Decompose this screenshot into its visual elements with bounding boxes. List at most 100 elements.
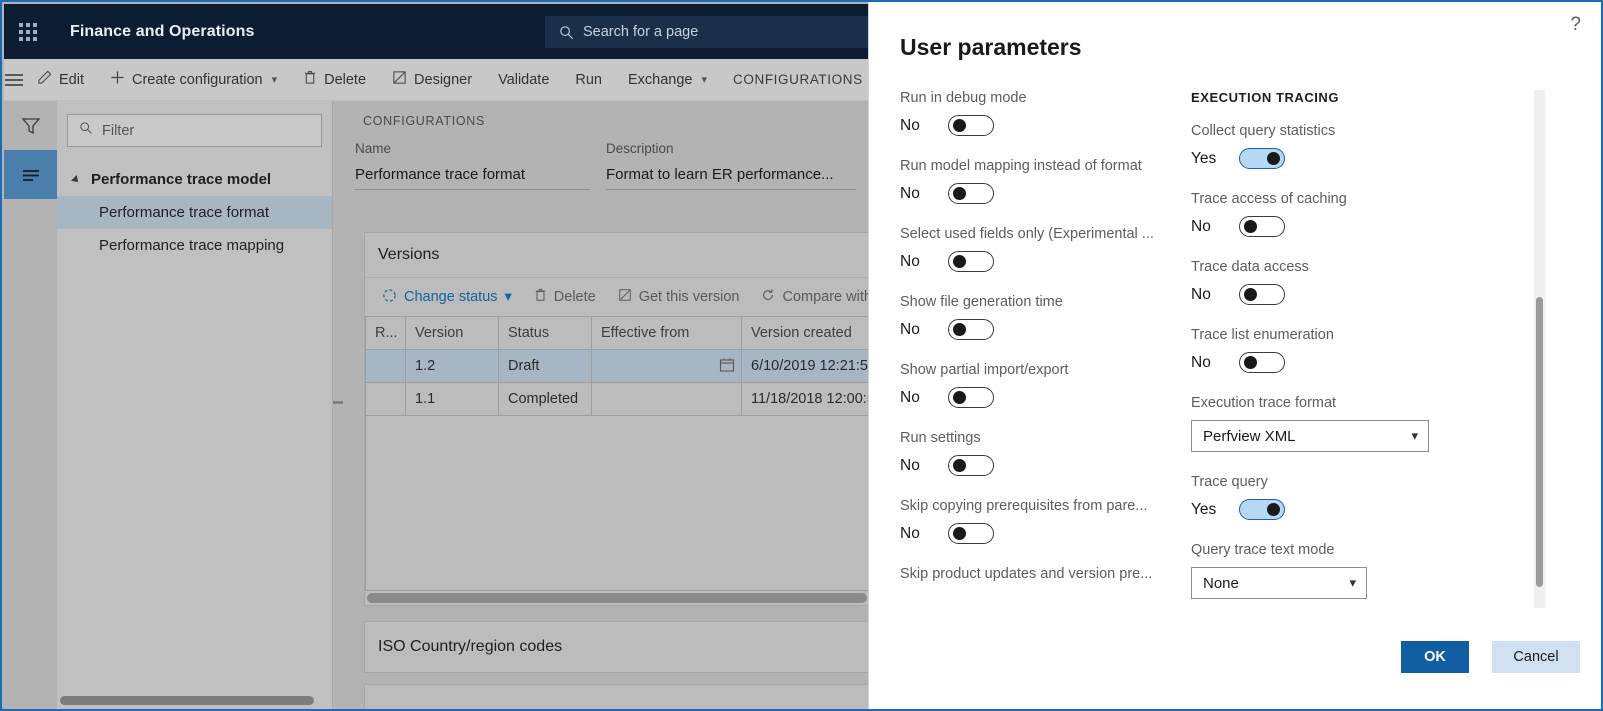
pencil-icon bbox=[37, 70, 52, 89]
application-window: Finance and Operations Search for a page… bbox=[0, 0, 1603, 711]
hamburger-icon[interactable] bbox=[4, 59, 24, 101]
cell-version: 1.2 bbox=[405, 349, 499, 383]
toggle-value: No bbox=[900, 184, 920, 202]
toggle-skip-copying-prerequisites[interactable] bbox=[948, 523, 994, 544]
field-label: Skip product updates and version pre... bbox=[900, 566, 1153, 582]
toggle-value: No bbox=[900, 252, 920, 270]
run-button[interactable]: Run bbox=[562, 59, 615, 101]
run-label: Run bbox=[575, 71, 602, 88]
command-bar: Edit Create configuration ▾ Delete Desig… bbox=[4, 59, 868, 101]
change-status-button[interactable]: Change status ▾ bbox=[371, 278, 523, 316]
grid-horizontal-scrollbar[interactable] bbox=[365, 591, 868, 605]
cell-status: Draft bbox=[498, 349, 592, 383]
scrollbar-thumb[interactable] bbox=[60, 696, 314, 705]
execution-tracing-caption: EXECUTION TRACING bbox=[1191, 90, 1340, 105]
description-field[interactable]: Description Format to learn ER performan… bbox=[606, 141, 856, 190]
delete-button[interactable]: Delete bbox=[290, 59, 379, 101]
dialog-right-column: EXECUTION TRACING Collect query statisti… bbox=[1191, 90, 1456, 621]
field-trace-query: Trace query Yes bbox=[1191, 474, 1456, 520]
compare-label: Compare with di bbox=[782, 289, 868, 305]
dialog-left-column: Run in debug mode No Run model mapping i… bbox=[900, 90, 1165, 604]
col-header-effective-from[interactable]: Effective from bbox=[591, 316, 742, 350]
toggle-value: No bbox=[1191, 353, 1211, 371]
app-launcher-icon[interactable] bbox=[4, 4, 52, 59]
help-icon[interactable]: ? bbox=[1570, 14, 1581, 36]
dialog-body: Run in debug mode No Run model mapping i… bbox=[869, 90, 1601, 608]
tree-node-performance-trace-format[interactable]: Performance trace format bbox=[57, 196, 332, 229]
exchange-button[interactable]: Exchange ▾ bbox=[615, 59, 720, 101]
name-field[interactable]: Name Performance trace format bbox=[355, 141, 590, 190]
plus-icon bbox=[110, 70, 125, 89]
toggle-trace-list-enumeration[interactable] bbox=[1239, 352, 1285, 373]
field-label: Show partial import/export bbox=[900, 362, 1069, 378]
toggle-value: No bbox=[900, 116, 920, 134]
list-pane-icon[interactable] bbox=[4, 150, 57, 199]
get-this-version-button[interactable]: Get this version bbox=[607, 278, 751, 316]
cancel-button[interactable]: Cancel bbox=[1492, 641, 1580, 673]
toggle-trace-access-of-caching[interactable] bbox=[1239, 216, 1285, 237]
cell-effective-from[interactable] bbox=[591, 349, 742, 383]
table-row[interactable]: 1.2 Draft 6/10/2019 12:21:55 bbox=[365, 349, 868, 383]
cell-version-created: 11/18/2018 12:00:5 bbox=[741, 382, 868, 416]
grid-delete-button[interactable]: Delete bbox=[523, 278, 607, 316]
toggle-select-used-fields-only[interactable] bbox=[948, 251, 994, 272]
tree-node-performance-trace-mapping[interactable]: Performance trace mapping bbox=[57, 229, 332, 262]
toggle-show-partial-import-export[interactable] bbox=[948, 387, 994, 408]
iso-card-title: ISO Country/region codes bbox=[378, 638, 563, 655]
designer-label: Designer bbox=[414, 71, 473, 88]
col-header-version-created[interactable]: Version created bbox=[741, 316, 868, 350]
toggle-knob bbox=[1267, 152, 1280, 165]
search-input[interactable]: Search for a page bbox=[545, 16, 870, 48]
compare-icon bbox=[761, 288, 775, 306]
designer-button[interactable]: Designer bbox=[379, 59, 485, 101]
calendar-icon[interactable] bbox=[719, 357, 735, 377]
trash-icon bbox=[534, 288, 547, 306]
next-card-partial bbox=[364, 684, 868, 709]
col-header-version[interactable]: Version bbox=[405, 316, 499, 350]
expand-collapse-triangle-icon[interactable] bbox=[71, 174, 81, 185]
panel-splitter-handle[interactable] bbox=[333, 372, 343, 432]
configurations-tab[interactable]: CONFIGURATIONS bbox=[720, 59, 876, 101]
toggle-trace-data-access[interactable] bbox=[1239, 284, 1285, 305]
tree-horizontal-scrollbar[interactable] bbox=[57, 693, 333, 707]
toggle-knob bbox=[953, 391, 966, 404]
field-show-file-generation-time: Show file generation time No bbox=[900, 294, 1165, 340]
tree-node-performance-trace-model[interactable]: Performance trace model bbox=[57, 163, 332, 196]
field-trace-access-of-caching: Trace access of caching No bbox=[1191, 191, 1456, 237]
compare-button[interactable]: Compare with di bbox=[750, 278, 868, 316]
toggle-run-in-debug-mode[interactable] bbox=[948, 115, 994, 136]
select-execution-trace-format[interactable]: Perfview XML ▾ bbox=[1191, 420, 1429, 452]
toggle-value: No bbox=[900, 388, 920, 406]
versions-card-title: Versions bbox=[365, 233, 868, 278]
edit-button[interactable]: Edit bbox=[24, 59, 97, 101]
filter-pane-icon[interactable] bbox=[4, 101, 57, 150]
filter-input[interactable]: Filter bbox=[67, 114, 322, 147]
validate-label: Validate bbox=[498, 71, 550, 88]
field-label: Execution trace format bbox=[1191, 395, 1337, 411]
scrollbar-thumb[interactable] bbox=[1536, 297, 1543, 587]
field-label: Select used fields only (Experimental ..… bbox=[900, 226, 1154, 242]
field-show-partial-import-export: Show partial import/export No bbox=[900, 362, 1165, 408]
ok-button[interactable]: OK bbox=[1401, 641, 1469, 673]
versions-grid-toolbar: Change status ▾ Delete Get this version bbox=[365, 278, 868, 316]
validate-button[interactable]: Validate bbox=[485, 59, 562, 101]
dialog-vertical-scrollbar[interactable] bbox=[1534, 90, 1545, 608]
create-configuration-button[interactable]: Create configuration ▾ bbox=[97, 59, 290, 101]
table-row[interactable]: 1.1 Completed 11/18/2018 12:00:5 bbox=[365, 382, 868, 416]
name-field-label: Name bbox=[355, 141, 392, 156]
select-query-trace-text-mode[interactable]: None ▾ bbox=[1191, 567, 1367, 599]
toggle-run-settings[interactable] bbox=[948, 455, 994, 476]
versions-card: Versions Change status ▾ Delete Get this… bbox=[364, 232, 868, 606]
toggle-trace-query[interactable] bbox=[1239, 499, 1285, 520]
iso-country-region-codes-card[interactable]: ISO Country/region codes bbox=[364, 621, 868, 673]
section-caption: CONFIGURATIONS bbox=[363, 114, 486, 128]
cell-r bbox=[365, 382, 406, 416]
toggle-run-model-mapping[interactable] bbox=[948, 183, 994, 204]
col-header-r[interactable]: R... bbox=[365, 316, 406, 350]
toggle-show-file-generation-time[interactable] bbox=[948, 319, 994, 340]
field-skip-copying-prerequisites: Skip copying prerequisites from pare... … bbox=[900, 498, 1165, 544]
chevron-down-icon: ▾ bbox=[271, 74, 278, 86]
col-header-status[interactable]: Status bbox=[498, 316, 592, 350]
scrollbar-thumb[interactable] bbox=[367, 593, 867, 603]
toggle-collect-query-statistics[interactable] bbox=[1239, 148, 1285, 169]
